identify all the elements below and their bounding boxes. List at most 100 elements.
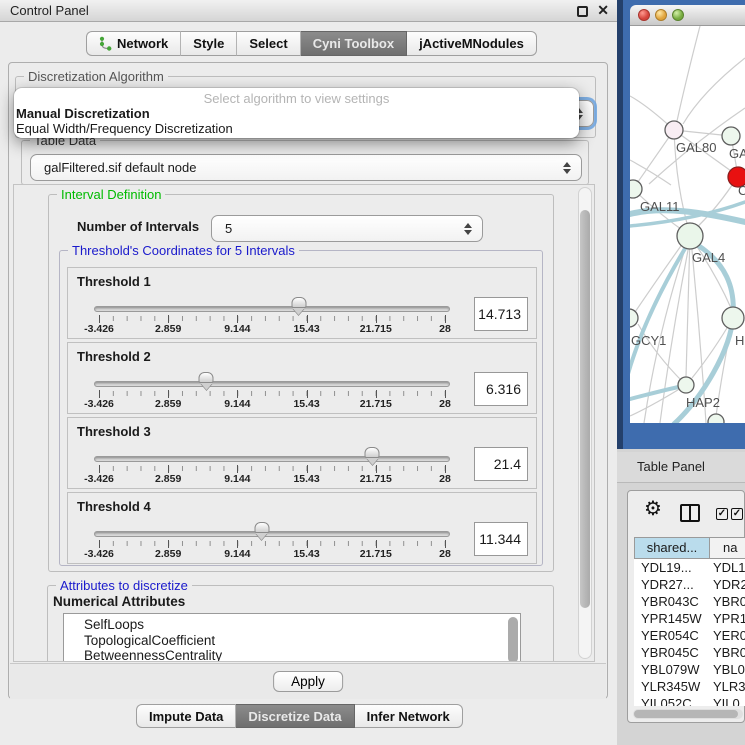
apply-bar: Apply — [10, 663, 606, 699]
tab-label: Cyni Toolbox — [313, 36, 394, 51]
tab-network[interactable]: Network — [86, 31, 181, 56]
spinner-arrows-icon[interactable] — [464, 223, 473, 235]
node-label: GAL11 — [640, 199, 680, 214]
list-item[interactable]: TopologicalCoefficient — [64, 633, 520, 649]
network-window-titlebar[interactable] — [630, 5, 745, 26]
cell-shared: YPR145W — [641, 610, 702, 627]
control-panel-titlebar[interactable]: Control Panel ✕ — [0, 0, 617, 22]
threshold-label: Threshold 1 — [77, 274, 151, 289]
node-label: GCY1 — [631, 333, 666, 348]
table-row[interactable]: YBL079W YBL0 — [634, 661, 745, 678]
slider — [99, 522, 445, 542]
table-data-group: Table Data galFiltered.sif default node — [21, 140, 589, 185]
tab-style[interactable]: Style — [181, 31, 237, 56]
cell-name: YBR0 — [713, 593, 745, 610]
network-view[interactable]: GAL80 GA C GAL11 GAL4 GCY1 H HAP2 — [630, 26, 745, 423]
slider-thumb[interactable] — [199, 372, 214, 383]
mac-close-button[interactable] — [638, 9, 650, 21]
float-window-icon[interactable] — [577, 6, 588, 17]
window-title: Control Panel — [10, 3, 89, 18]
apply-button[interactable]: Apply — [273, 671, 343, 692]
table-row[interactable]: YLR345W YLR3 — [634, 678, 745, 695]
tab-impute-data[interactable]: Impute Data — [136, 704, 236, 728]
slider-thumb[interactable] — [254, 522, 269, 533]
table-row[interactable]: YBR045C YBR0 — [634, 644, 745, 661]
slider-ticks — [99, 391, 445, 396]
list-item[interactable]: BetweennessCentrality — [64, 648, 520, 662]
split-columns-icon[interactable] — [680, 504, 700, 522]
table-row[interactable]: YIL052C YIL0 — [634, 695, 745, 706]
node-hap2[interactable] — [678, 377, 694, 393]
node[interactable] — [722, 127, 740, 145]
tab-discretize-data[interactable]: Discretize Data — [236, 704, 354, 728]
slider-thumb[interactable] — [291, 297, 306, 308]
tick-label: 9.144 — [224, 548, 250, 560]
tab-jactivemnodules[interactable]: jActiveMNodules — [407, 31, 537, 56]
dropdown-option[interactable]: Manual Discretization — [16, 106, 150, 121]
gear-icon[interactable]: ⚙ — [644, 498, 662, 520]
scrollbar-thumb[interactable] — [634, 710, 738, 718]
tab-select[interactable]: Select — [237, 31, 300, 56]
dropdown-option[interactable]: Equal Width/Frequency Discretization — [16, 121, 233, 136]
vertical-scrollbar[interactable] — [578, 187, 592, 659]
combo-arrows-icon — [563, 162, 572, 174]
checkbox-icon[interactable]: ✓ — [731, 508, 743, 520]
slider — [99, 447, 445, 467]
table-header-row: shared... na — [634, 537, 745, 559]
threshold-panel: Threshold 1 -3.426 2.859 9.144 15.43 21.… — [67, 267, 537, 339]
table-row[interactable]: YER054C YER0 — [634, 627, 745, 644]
table-row[interactable]: YDL19... YDL1 — [634, 559, 745, 576]
mac-minimize-button[interactable] — [655, 9, 667, 21]
threshold-value-box[interactable]: 14.713 — [474, 297, 528, 331]
threshold-value-box[interactable]: 11.344 — [474, 522, 528, 556]
node-gal80[interactable] — [665, 121, 683, 139]
attributes-group: Attributes to discretize Numerical Attri… — [47, 585, 554, 662]
cell-shared: YBR045C — [641, 644, 699, 661]
scrollbar-thumb[interactable] — [580, 210, 590, 608]
node-label: H — [735, 333, 744, 348]
tick-label: 28 — [439, 548, 451, 560]
horizontal-scrollbar[interactable] — [633, 709, 743, 719]
slider-thumb[interactable] — [365, 447, 380, 458]
combo-value: galFiltered.sif default node — [44, 160, 196, 175]
tab-label: Impute Data — [149, 709, 223, 724]
threshold-label: Threshold 3 — [77, 424, 151, 439]
tick-label: -3.426 — [84, 473, 114, 485]
node-gcy1[interactable] — [630, 309, 638, 327]
cell-name: YLR3 — [713, 678, 745, 695]
table-row[interactable]: YPR145W YPR1 — [634, 610, 745, 627]
threshold-value-box[interactable]: 21.4 — [474, 447, 528, 481]
node-gal4[interactable] — [677, 223, 703, 249]
tab-cyni-toolbox[interactable]: Cyni Toolbox — [301, 31, 407, 56]
table-data-combobox[interactable]: galFiltered.sif default node — [30, 154, 582, 181]
tick-label: 21.715 — [360, 323, 392, 335]
node-label: GAL4 — [692, 250, 725, 265]
cyni-toolbox-panel: Discretization Algorithm Select algorith… — [8, 62, 608, 699]
tab-infer-network[interactable]: Infer Network — [355, 704, 463, 728]
right-region: GAL80 GA C GAL11 GAL4 GCY1 H HAP2 Table … — [617, 0, 745, 745]
column-header-name[interactable]: na — [710, 537, 745, 559]
close-icon[interactable]: ✕ — [597, 2, 609, 19]
cell-shared: YIL052C — [641, 695, 692, 706]
tick-label: 21.715 — [360, 398, 392, 410]
slider-tick-labels: -3.426 2.859 9.144 15.43 21.715 28 — [99, 398, 445, 411]
table-row[interactable]: YBR043C YBR0 — [634, 593, 745, 610]
attributes-list-items: SelfLoopsTopologicalCoefficientBetweenne… — [64, 617, 520, 662]
slider-tick-labels: -3.426 2.859 9.144 15.43 21.715 28 — [99, 473, 445, 486]
tick-label: 15.43 — [293, 473, 319, 485]
node-gal11[interactable] — [630, 180, 642, 198]
tick-label: 9.144 — [224, 473, 250, 485]
num-intervals-spinner[interactable]: 5 — [211, 215, 483, 242]
threshold-value-box[interactable]: 6.316 — [474, 372, 528, 406]
mac-zoom-button[interactable] — [672, 9, 684, 21]
table-row[interactable]: YDR27... YDR2 — [634, 576, 745, 593]
node[interactable] — [722, 307, 744, 329]
tick-label: -3.426 — [84, 398, 114, 410]
column-header-shared[interactable]: shared... — [634, 537, 710, 559]
checkbox-icon[interactable]: ✓ — [716, 508, 728, 520]
list-item[interactable]: SelfLoops — [64, 617, 520, 633]
list-scrollbar-thumb[interactable] — [508, 617, 518, 662]
slider-ticks — [99, 316, 445, 321]
node[interactable] — [708, 414, 724, 423]
cell-shared: YER054C — [641, 627, 699, 644]
